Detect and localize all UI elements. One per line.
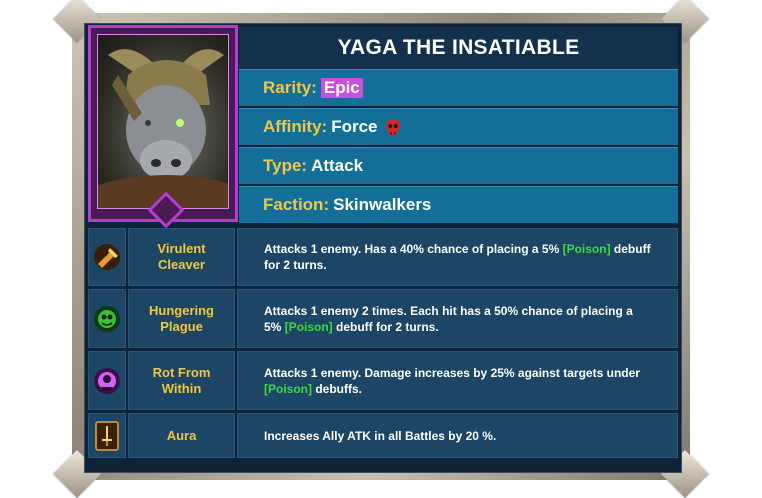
skill-description: Increases Ally ATK in all Battles by 20 …	[237, 413, 678, 458]
poison-debuff-tag: [Poison]	[264, 381, 312, 396]
cleaver-icon	[94, 244, 120, 270]
poison-debuff-tag: [Poison]	[562, 242, 611, 256]
poison-debuff-tag: [Poison]	[284, 319, 333, 334]
skill-row-aura: Aura Increases Ally ATK in all Battles b…	[88, 413, 678, 458]
faction-row: Faction: Skinwalkers	[239, 186, 678, 223]
rot-icon	[94, 367, 120, 394]
skill-description: Attacks 1 enemy 2 times. Each hit has a …	[237, 289, 678, 348]
champion-portrait	[88, 25, 238, 229]
rarity-label: Rarity:	[263, 78, 317, 97]
skill-row-hungering-plague: Hungering Plague Attacks 1 enemy 2 times.…	[88, 289, 678, 348]
minotaur-portrait-art	[98, 49, 228, 208]
skill-name: Virulent Cleaver	[128, 228, 235, 286]
skill-row-rot-from-within: Rot From Within Attacks 1 enemy. Damage i…	[88, 351, 678, 410]
faction-value: Skinwalkers	[333, 195, 432, 214]
affinity-label: Affinity:	[263, 117, 328, 136]
sword-aura-icon	[95, 420, 119, 451]
skill-icon-cell	[88, 228, 126, 286]
skill-name: Hungering Plague	[128, 289, 235, 348]
skill-name: Rot From Within	[128, 351, 235, 410]
portrait-image	[97, 34, 229, 209]
faction-label: Faction:	[263, 195, 330, 214]
skill-name: Aura	[128, 413, 235, 458]
skill-icon-cell	[88, 413, 126, 458]
skill-icon-cell	[88, 289, 126, 348]
type-row: Type: Attack	[239, 147, 678, 184]
rarity-row: Rarity: Epic	[239, 69, 678, 106]
plague-icon	[94, 305, 120, 332]
skill-row-virulent-cleaver: Virulent Cleaver Attacks 1 enemy. Has a 4…	[88, 228, 678, 286]
skill-description: Attacks 1 enemy. Has a 40% chance of pla…	[237, 228, 678, 286]
champion-name: YAGA THE INSATIABLE	[239, 27, 678, 69]
skill-description: Attacks 1 enemy. Damage increases by 25%…	[237, 351, 678, 410]
rarity-value: Epic	[320, 78, 363, 98]
affinity-row: Affinity: Force	[239, 108, 678, 145]
red-skull-icon	[385, 119, 400, 135]
type-label: Type:	[263, 156, 308, 175]
affinity-value: Force	[331, 117, 378, 136]
skill-icon-cell	[88, 351, 126, 410]
type-value: Attack	[311, 156, 364, 175]
